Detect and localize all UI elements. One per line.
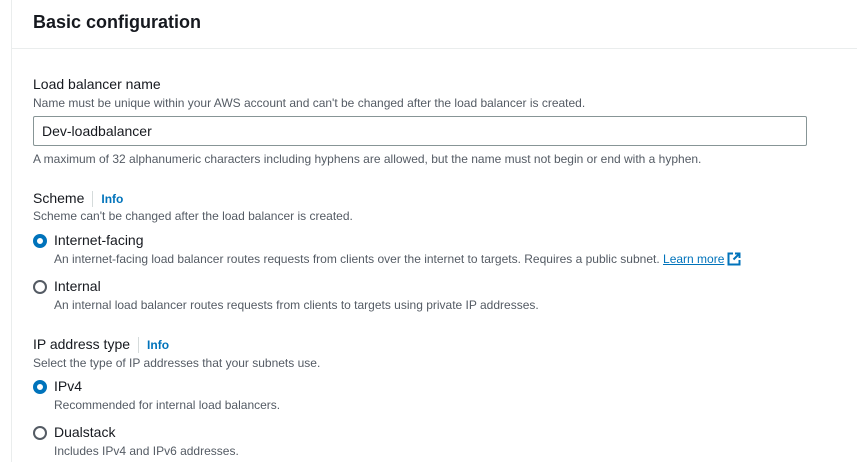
scheme-info-link[interactable]: Info (101, 192, 123, 206)
ipv4-radio[interactable] (33, 380, 47, 394)
internal-label[interactable]: Internal (54, 278, 101, 294)
lb-name-description: Name must be unique within your AWS acco… (33, 96, 586, 110)
divider (138, 336, 140, 353)
dualstack-description: Includes IPv4 and IPv6 addresses. (54, 444, 239, 458)
ip-type-label: IP address type (33, 336, 131, 352)
learn-more-link[interactable]: Learn more (663, 252, 724, 266)
ipv4-label[interactable]: IPv4 (54, 378, 82, 394)
lb-name-input[interactable] (33, 116, 807, 146)
internet-facing-description-row: An internet-facing load balancer routes … (54, 252, 741, 266)
internet-facing-description: An internet-facing load balancer routes … (54, 252, 660, 266)
lb-name-constraint: A maximum of 32 alphanumeric characters … (33, 152, 702, 166)
basic-configuration-panel: Basic configuration Load balancer name N… (11, 0, 857, 462)
panel-header: Basic configuration (12, 0, 857, 49)
internet-facing-label[interactable]: Internet-facing (54, 232, 144, 248)
internal-description: An internal load balancer routes request… (54, 298, 539, 312)
section-title: Basic configuration (33, 12, 202, 32)
ip-type-info-link[interactable]: Info (147, 338, 169, 352)
ip-type-description: Select the type of IP addresses that you… (33, 356, 321, 370)
dualstack-radio[interactable] (33, 426, 47, 440)
lb-name-label: Load balancer name (33, 76, 161, 92)
ip-type-heading: IP address type Info (33, 336, 169, 354)
divider (92, 190, 94, 207)
scheme-description: Scheme can't be changed after the load b… (33, 209, 353, 223)
ipv4-description: Recommended for internal load balancers. (54, 398, 281, 412)
dualstack-label[interactable]: Dualstack (54, 424, 115, 440)
scheme-heading: Scheme Info (33, 190, 123, 208)
scheme-label: Scheme (33, 190, 85, 206)
external-link-icon[interactable] (727, 252, 741, 266)
internet-facing-radio[interactable] (33, 234, 47, 248)
internal-radio[interactable] (33, 280, 47, 294)
